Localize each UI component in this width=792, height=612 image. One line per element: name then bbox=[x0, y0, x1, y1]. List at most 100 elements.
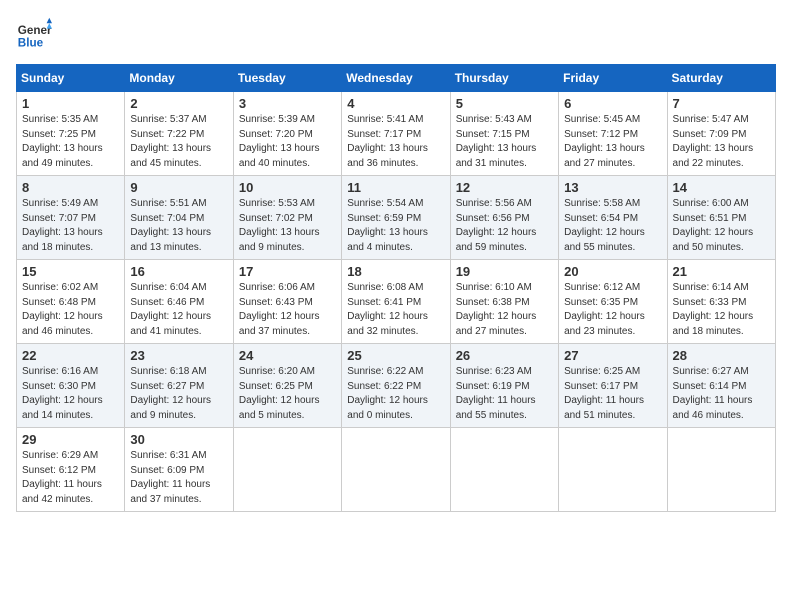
day-number: 12 bbox=[456, 180, 553, 195]
calendar-day-header: Tuesday bbox=[233, 65, 341, 92]
calendar-cell: 18Sunrise: 6:08 AM Sunset: 6:41 PM Dayli… bbox=[342, 260, 450, 344]
calendar-cell: 21Sunrise: 6:14 AM Sunset: 6:33 PM Dayli… bbox=[667, 260, 775, 344]
calendar-cell: 8 Sunrise: 5:49 AM Sunset: 7:07 PM Daylig… bbox=[17, 176, 125, 260]
day-info: Sunrise: 6:25 AM Sunset: 6:17 PM Dayligh… bbox=[564, 365, 661, 423]
logo-icon: General Blue bbox=[16, 16, 52, 52]
calendar-cell: 26 Sunrise: 6:23 AM Sunset: 6:19 PM Dayli… bbox=[450, 344, 558, 428]
calendar-cell: 5 Sunrise: 5:43 AM Sunset: 7:15 PM Daylig… bbox=[450, 92, 558, 176]
day-info: Sunrise: 6:02 AM Sunset: 6:48 PM Dayligh… bbox=[22, 281, 119, 339]
day-number: 2 bbox=[130, 96, 227, 111]
day-number: 29 bbox=[22, 432, 119, 447]
calendar-cell: 17Sunrise: 6:06 AM Sunset: 6:43 PM Dayli… bbox=[233, 260, 341, 344]
day-info: Sunrise: 5:41 AM Sunset: 7:17 PM Dayligh… bbox=[347, 113, 444, 171]
day-number: 5 bbox=[456, 96, 553, 111]
day-number: 8 bbox=[22, 180, 119, 195]
calendar-cell: 28 Sunrise: 6:27 AM Sunset: 6:14 PM Dayli… bbox=[667, 344, 775, 428]
calendar-cell: 7 Sunrise: 5:47 AM Sunset: 7:09 PM Daylig… bbox=[667, 92, 775, 176]
day-info: Sunrise: 6:31 AM Sunset: 6:09 PM Dayligh… bbox=[130, 449, 227, 507]
calendar-cell: 12Sunrise: 5:56 AM Sunset: 6:56 PM Dayli… bbox=[450, 176, 558, 260]
day-number: 18 bbox=[347, 264, 444, 279]
day-info: Sunrise: 5:43 AM Sunset: 7:15 PM Dayligh… bbox=[456, 113, 553, 171]
calendar-day-header: Saturday bbox=[667, 65, 775, 92]
day-number: 16 bbox=[130, 264, 227, 279]
day-number: 19 bbox=[456, 264, 553, 279]
day-number: 22 bbox=[22, 348, 119, 363]
calendar-week-row: 8 Sunrise: 5:49 AM Sunset: 7:07 PM Daylig… bbox=[17, 176, 776, 260]
calendar-day-header: Wednesday bbox=[342, 65, 450, 92]
calendar-cell: 29 Sunrise: 6:29 AM Sunset: 6:12 PM Dayli… bbox=[17, 428, 125, 512]
calendar-cell: 16Sunrise: 6:04 AM Sunset: 6:46 PM Dayli… bbox=[125, 260, 233, 344]
day-number: 25 bbox=[347, 348, 444, 363]
day-info: Sunrise: 5:54 AM Sunset: 6:59 PM Dayligh… bbox=[347, 197, 444, 255]
calendar-week-row: 1 Sunrise: 5:35 AM Sunset: 7:25 PM Daylig… bbox=[17, 92, 776, 176]
calendar-cell: 27 Sunrise: 6:25 AM Sunset: 6:17 PM Dayli… bbox=[559, 344, 667, 428]
day-info: Sunrise: 6:20 AM Sunset: 6:25 PM Dayligh… bbox=[239, 365, 336, 423]
calendar-day-header: Friday bbox=[559, 65, 667, 92]
calendar-cell: 20Sunrise: 6:12 AM Sunset: 6:35 PM Dayli… bbox=[559, 260, 667, 344]
day-info: Sunrise: 6:18 AM Sunset: 6:27 PM Dayligh… bbox=[130, 365, 227, 423]
day-number: 30 bbox=[130, 432, 227, 447]
calendar-cell: 6 Sunrise: 5:45 AM Sunset: 7:12 PM Daylig… bbox=[559, 92, 667, 176]
day-number: 27 bbox=[564, 348, 661, 363]
day-number: 4 bbox=[347, 96, 444, 111]
calendar-cell: 14 Sunrise: 6:00 AM Sunset: 6:51 PM Dayli… bbox=[667, 176, 775, 260]
day-info: Sunrise: 5:47 AM Sunset: 7:09 PM Dayligh… bbox=[673, 113, 770, 171]
calendar-cell bbox=[450, 428, 558, 512]
calendar-cell: 22 Sunrise: 6:16 AM Sunset: 6:30 PM Dayli… bbox=[17, 344, 125, 428]
calendar-cell: 2 Sunrise: 5:37 AM Sunset: 7:22 PM Daylig… bbox=[125, 92, 233, 176]
calendar-week-row: 15 Sunrise: 6:02 AM Sunset: 6:48 PM Dayli… bbox=[17, 260, 776, 344]
day-info: Sunrise: 6:06 AM Sunset: 6:43 PM Dayligh… bbox=[239, 281, 336, 339]
calendar-cell: 25Sunrise: 6:22 AM Sunset: 6:22 PM Dayli… bbox=[342, 344, 450, 428]
day-info: Sunrise: 6:16 AM Sunset: 6:30 PM Dayligh… bbox=[22, 365, 119, 423]
day-info: Sunrise: 5:58 AM Sunset: 6:54 PM Dayligh… bbox=[564, 197, 661, 255]
day-info: Sunrise: 6:27 AM Sunset: 6:14 PM Dayligh… bbox=[673, 365, 770, 423]
calendar-header-row: SundayMondayTuesdayWednesdayThursdayFrid… bbox=[17, 65, 776, 92]
day-number: 28 bbox=[673, 348, 770, 363]
day-info: Sunrise: 6:14 AM Sunset: 6:33 PM Dayligh… bbox=[673, 281, 770, 339]
calendar-cell: 19 Sunrise: 6:10 AM Sunset: 6:38 PM Dayli… bbox=[450, 260, 558, 344]
calendar-cell: 1 Sunrise: 5:35 AM Sunset: 7:25 PM Daylig… bbox=[17, 92, 125, 176]
day-info: Sunrise: 5:37 AM Sunset: 7:22 PM Dayligh… bbox=[130, 113, 227, 171]
calendar-cell: 23 Sunrise: 6:18 AM Sunset: 6:27 PM Dayli… bbox=[125, 344, 233, 428]
svg-text:General: General bbox=[18, 24, 52, 37]
day-number: 6 bbox=[564, 96, 661, 111]
day-number: 23 bbox=[130, 348, 227, 363]
svg-text:Blue: Blue bbox=[18, 37, 44, 50]
day-number: 13 bbox=[564, 180, 661, 195]
day-info: Sunrise: 5:51 AM Sunset: 7:04 PM Dayligh… bbox=[130, 197, 227, 255]
day-info: Sunrise: 6:29 AM Sunset: 6:12 PM Dayligh… bbox=[22, 449, 119, 507]
day-info: Sunrise: 6:10 AM Sunset: 6:38 PM Dayligh… bbox=[456, 281, 553, 339]
day-number: 1 bbox=[22, 96, 119, 111]
day-info: Sunrise: 5:49 AM Sunset: 7:07 PM Dayligh… bbox=[22, 197, 119, 255]
logo: General Blue bbox=[16, 16, 52, 52]
calendar-cell bbox=[559, 428, 667, 512]
calendar-day-header: Monday bbox=[125, 65, 233, 92]
calendar-table: SundayMondayTuesdayWednesdayThursdayFrid… bbox=[16, 64, 776, 512]
day-info: Sunrise: 5:53 AM Sunset: 7:02 PM Dayligh… bbox=[239, 197, 336, 255]
calendar-day-header: Thursday bbox=[450, 65, 558, 92]
calendar-cell: 9 Sunrise: 5:51 AM Sunset: 7:04 PM Daylig… bbox=[125, 176, 233, 260]
page-header: General Blue bbox=[16, 16, 776, 52]
day-info: Sunrise: 5:35 AM Sunset: 7:25 PM Dayligh… bbox=[22, 113, 119, 171]
calendar-cell: 13 Sunrise: 5:58 AM Sunset: 6:54 PM Dayli… bbox=[559, 176, 667, 260]
calendar-week-row: 29 Sunrise: 6:29 AM Sunset: 6:12 PM Dayli… bbox=[17, 428, 776, 512]
day-info: Sunrise: 6:00 AM Sunset: 6:51 PM Dayligh… bbox=[673, 197, 770, 255]
calendar-day-header: Sunday bbox=[17, 65, 125, 92]
day-info: Sunrise: 6:12 AM Sunset: 6:35 PM Dayligh… bbox=[564, 281, 661, 339]
day-number: 3 bbox=[239, 96, 336, 111]
calendar-cell: 15 Sunrise: 6:02 AM Sunset: 6:48 PM Dayli… bbox=[17, 260, 125, 344]
day-number: 9 bbox=[130, 180, 227, 195]
calendar-cell: 10Sunrise: 5:53 AM Sunset: 7:02 PM Dayli… bbox=[233, 176, 341, 260]
calendar-week-row: 22 Sunrise: 6:16 AM Sunset: 6:30 PM Dayli… bbox=[17, 344, 776, 428]
day-info: Sunrise: 6:23 AM Sunset: 6:19 PM Dayligh… bbox=[456, 365, 553, 423]
calendar-cell: 4 Sunrise: 5:41 AM Sunset: 7:17 PM Daylig… bbox=[342, 92, 450, 176]
day-info: Sunrise: 5:45 AM Sunset: 7:12 PM Dayligh… bbox=[564, 113, 661, 171]
day-number: 26 bbox=[456, 348, 553, 363]
day-number: 14 bbox=[673, 180, 770, 195]
calendar-cell bbox=[342, 428, 450, 512]
day-number: 24 bbox=[239, 348, 336, 363]
day-info: Sunrise: 5:39 AM Sunset: 7:20 PM Dayligh… bbox=[239, 113, 336, 171]
day-number: 15 bbox=[22, 264, 119, 279]
calendar-cell: 30 Sunrise: 6:31 AM Sunset: 6:09 PM Dayli… bbox=[125, 428, 233, 512]
day-number: 7 bbox=[673, 96, 770, 111]
